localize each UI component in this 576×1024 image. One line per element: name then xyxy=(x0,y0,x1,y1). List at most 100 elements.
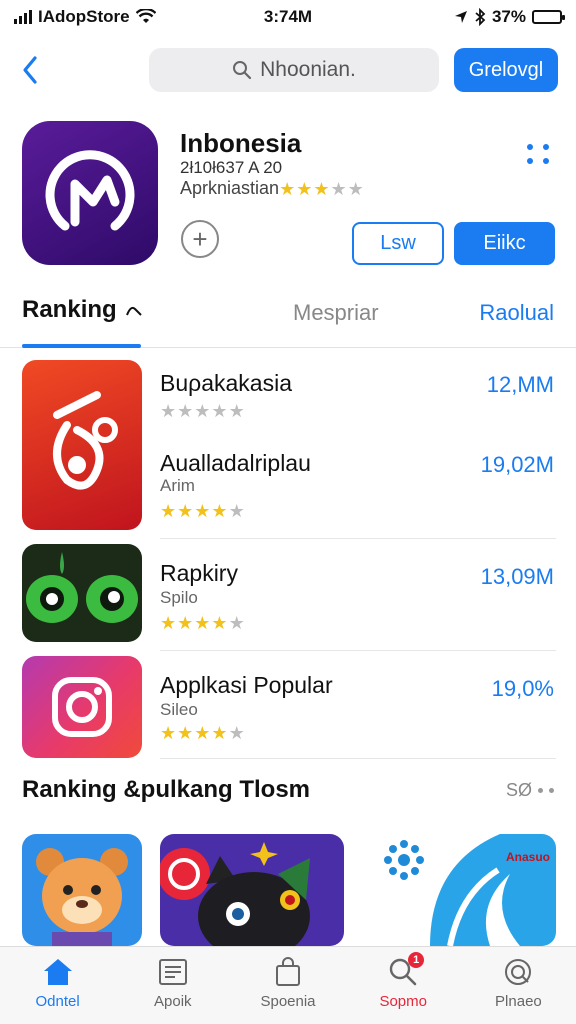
list-item-value: 19,0% xyxy=(491,676,554,701)
list-item-subtitle: Arim xyxy=(160,476,195,495)
row-divider xyxy=(160,650,556,651)
star-icon: ★ xyxy=(228,501,245,521)
star-icon: ★ xyxy=(177,723,194,743)
row-divider xyxy=(160,538,556,539)
back-button[interactable] xyxy=(16,52,44,88)
tabbar-item-home[interactable]: Odntel xyxy=(0,947,115,1024)
secondary-button[interactable]: Lsw xyxy=(352,222,444,265)
list-item-rating: ★ ★ ★ ★ ★ xyxy=(160,502,245,520)
row-divider xyxy=(160,758,556,759)
app-icon xyxy=(22,121,158,265)
list-item-rating: ★ ★ ★ ★ ★ xyxy=(160,614,245,632)
star-icon: ★ xyxy=(194,401,211,421)
list-item-value: 19,02M xyxy=(480,452,554,477)
list-item-title[interactable]: Aualladalriplau xyxy=(160,450,311,477)
featured-card-wave[interactable]: Anasuo xyxy=(380,834,556,946)
section-more-button[interactable]: SØ xyxy=(506,780,554,801)
notification-badge: 1 xyxy=(408,952,425,968)
star-icon: ★ xyxy=(330,178,347,199)
list-item-title[interactable]: Applkasi Popular xyxy=(160,672,333,699)
app-subtitle-row: Aprkniastian ★ ★ ★ ★ ★ xyxy=(180,178,364,199)
home-icon xyxy=(41,955,75,989)
tab-third[interactable]: Raolual xyxy=(479,300,554,326)
tabbar-item-globe[interactable]: Plnaeo xyxy=(461,947,576,1024)
tabbar-item-search[interactable]: 1 Sopmo xyxy=(346,947,461,1024)
star-icon: ★ xyxy=(160,613,177,633)
star-icon: ★ xyxy=(228,723,245,743)
star-icon: ★ xyxy=(211,501,228,521)
featured-card-bear[interactable] xyxy=(22,834,142,946)
news-icon xyxy=(156,955,190,989)
star-icon: ★ xyxy=(160,723,177,743)
segment-tabs: Ranking Mespriar Raolual xyxy=(0,292,576,348)
list-item-value: 13,09M xyxy=(480,564,554,589)
star-icon: ★ xyxy=(211,401,228,421)
app-subtitle: Aprkniastian xyxy=(180,178,280,198)
star-icon: ★ xyxy=(194,613,211,633)
search-icon: 1 xyxy=(386,952,425,989)
star-icon: ★ xyxy=(194,723,211,743)
battery-percent: 37% xyxy=(491,7,526,26)
bluetooth-icon xyxy=(475,8,486,26)
cat-icon xyxy=(160,842,310,946)
app-icon-red[interactable] xyxy=(22,360,142,530)
list-item-title[interactable]: Buρakakasia xyxy=(160,370,292,397)
search-input[interactable]: Nhoonian. xyxy=(149,48,439,92)
tab-ranking[interactable]: Ranking xyxy=(22,296,143,324)
tabbar-label: Plnaeo xyxy=(495,993,542,1010)
star-icon: ★ xyxy=(160,501,177,521)
star-icon: ★ xyxy=(211,723,228,743)
app-rating-stars: ★ ★ ★ ★ ★ xyxy=(279,180,364,198)
star-icon: ★ xyxy=(177,501,194,521)
star-icon: ★ xyxy=(347,178,364,199)
star-icon: ★ xyxy=(296,178,313,199)
star-icon: ★ xyxy=(160,401,177,421)
list-item-subtitle: Spilo xyxy=(160,588,198,607)
music-note-icon xyxy=(53,391,118,490)
app-icon-green[interactable] xyxy=(22,544,142,642)
app-icon-camera[interactable] xyxy=(22,656,142,758)
trend-icon xyxy=(125,306,142,316)
list-item-subtitle: Sileo xyxy=(160,700,198,719)
bear-icon xyxy=(36,848,128,946)
active-tab-indicator xyxy=(22,344,141,348)
nav-header: Nhoonian. Grelovgl xyxy=(0,46,576,94)
list-item-title[interactable]: Rapkiry xyxy=(160,560,238,587)
tabbar-label: Odntel xyxy=(35,993,80,1010)
list-item-rating: ★ ★ ★ ★ ★ xyxy=(160,724,245,742)
star-icon: ★ xyxy=(177,401,194,421)
more-options-icon[interactable] xyxy=(524,140,552,168)
tabbar-label: Apoik xyxy=(154,993,192,1010)
search-placeholder: Nhoonian. xyxy=(260,58,356,81)
tabbar-label: Spoenia xyxy=(260,993,316,1010)
app-date: 2ł10ł637 A 20 xyxy=(180,158,283,177)
add-icon[interactable]: + xyxy=(181,220,219,258)
tabbar-item-bag[interactable]: Spoenia xyxy=(230,947,345,1024)
tab-second[interactable]: Mespriar xyxy=(293,300,379,326)
app-logo-icon xyxy=(45,150,135,231)
location-icon xyxy=(454,11,467,23)
featured-card-cat[interactable] xyxy=(160,834,344,946)
chevron-left-icon xyxy=(23,56,37,84)
list-item-value: 12,MM xyxy=(486,372,554,397)
star-icon: ★ xyxy=(279,178,296,199)
featured-card-text: Anasuo xyxy=(505,850,550,864)
section-more-label: SØ xyxy=(505,780,532,800)
header-action-button[interactable]: Grelovgl xyxy=(454,48,558,92)
bag-icon xyxy=(271,955,305,989)
tab-ranking-label: Ranking xyxy=(22,296,117,323)
star-icon: ★ xyxy=(211,613,228,633)
star-icon: ★ xyxy=(177,613,194,633)
primary-button[interactable]: Eiikc xyxy=(454,222,555,265)
globe-icon xyxy=(501,955,535,989)
signal-icon xyxy=(14,10,32,24)
search-icon xyxy=(233,61,252,80)
star-icon: ★ xyxy=(194,501,211,521)
bottom-tab-bar: Odntel Apoik Spoenia 1 Sopmo Plnaeo xyxy=(0,946,576,1024)
tabbar-item-news[interactable]: Apoik xyxy=(115,947,230,1024)
wifi-icon xyxy=(135,9,156,23)
section-title: Ranking &pulkang Tlosm xyxy=(22,776,311,803)
app-title: Inbonesia xyxy=(180,128,302,158)
star-icon: ★ xyxy=(228,613,245,633)
carrier-label: IAdopStore xyxy=(38,7,130,26)
